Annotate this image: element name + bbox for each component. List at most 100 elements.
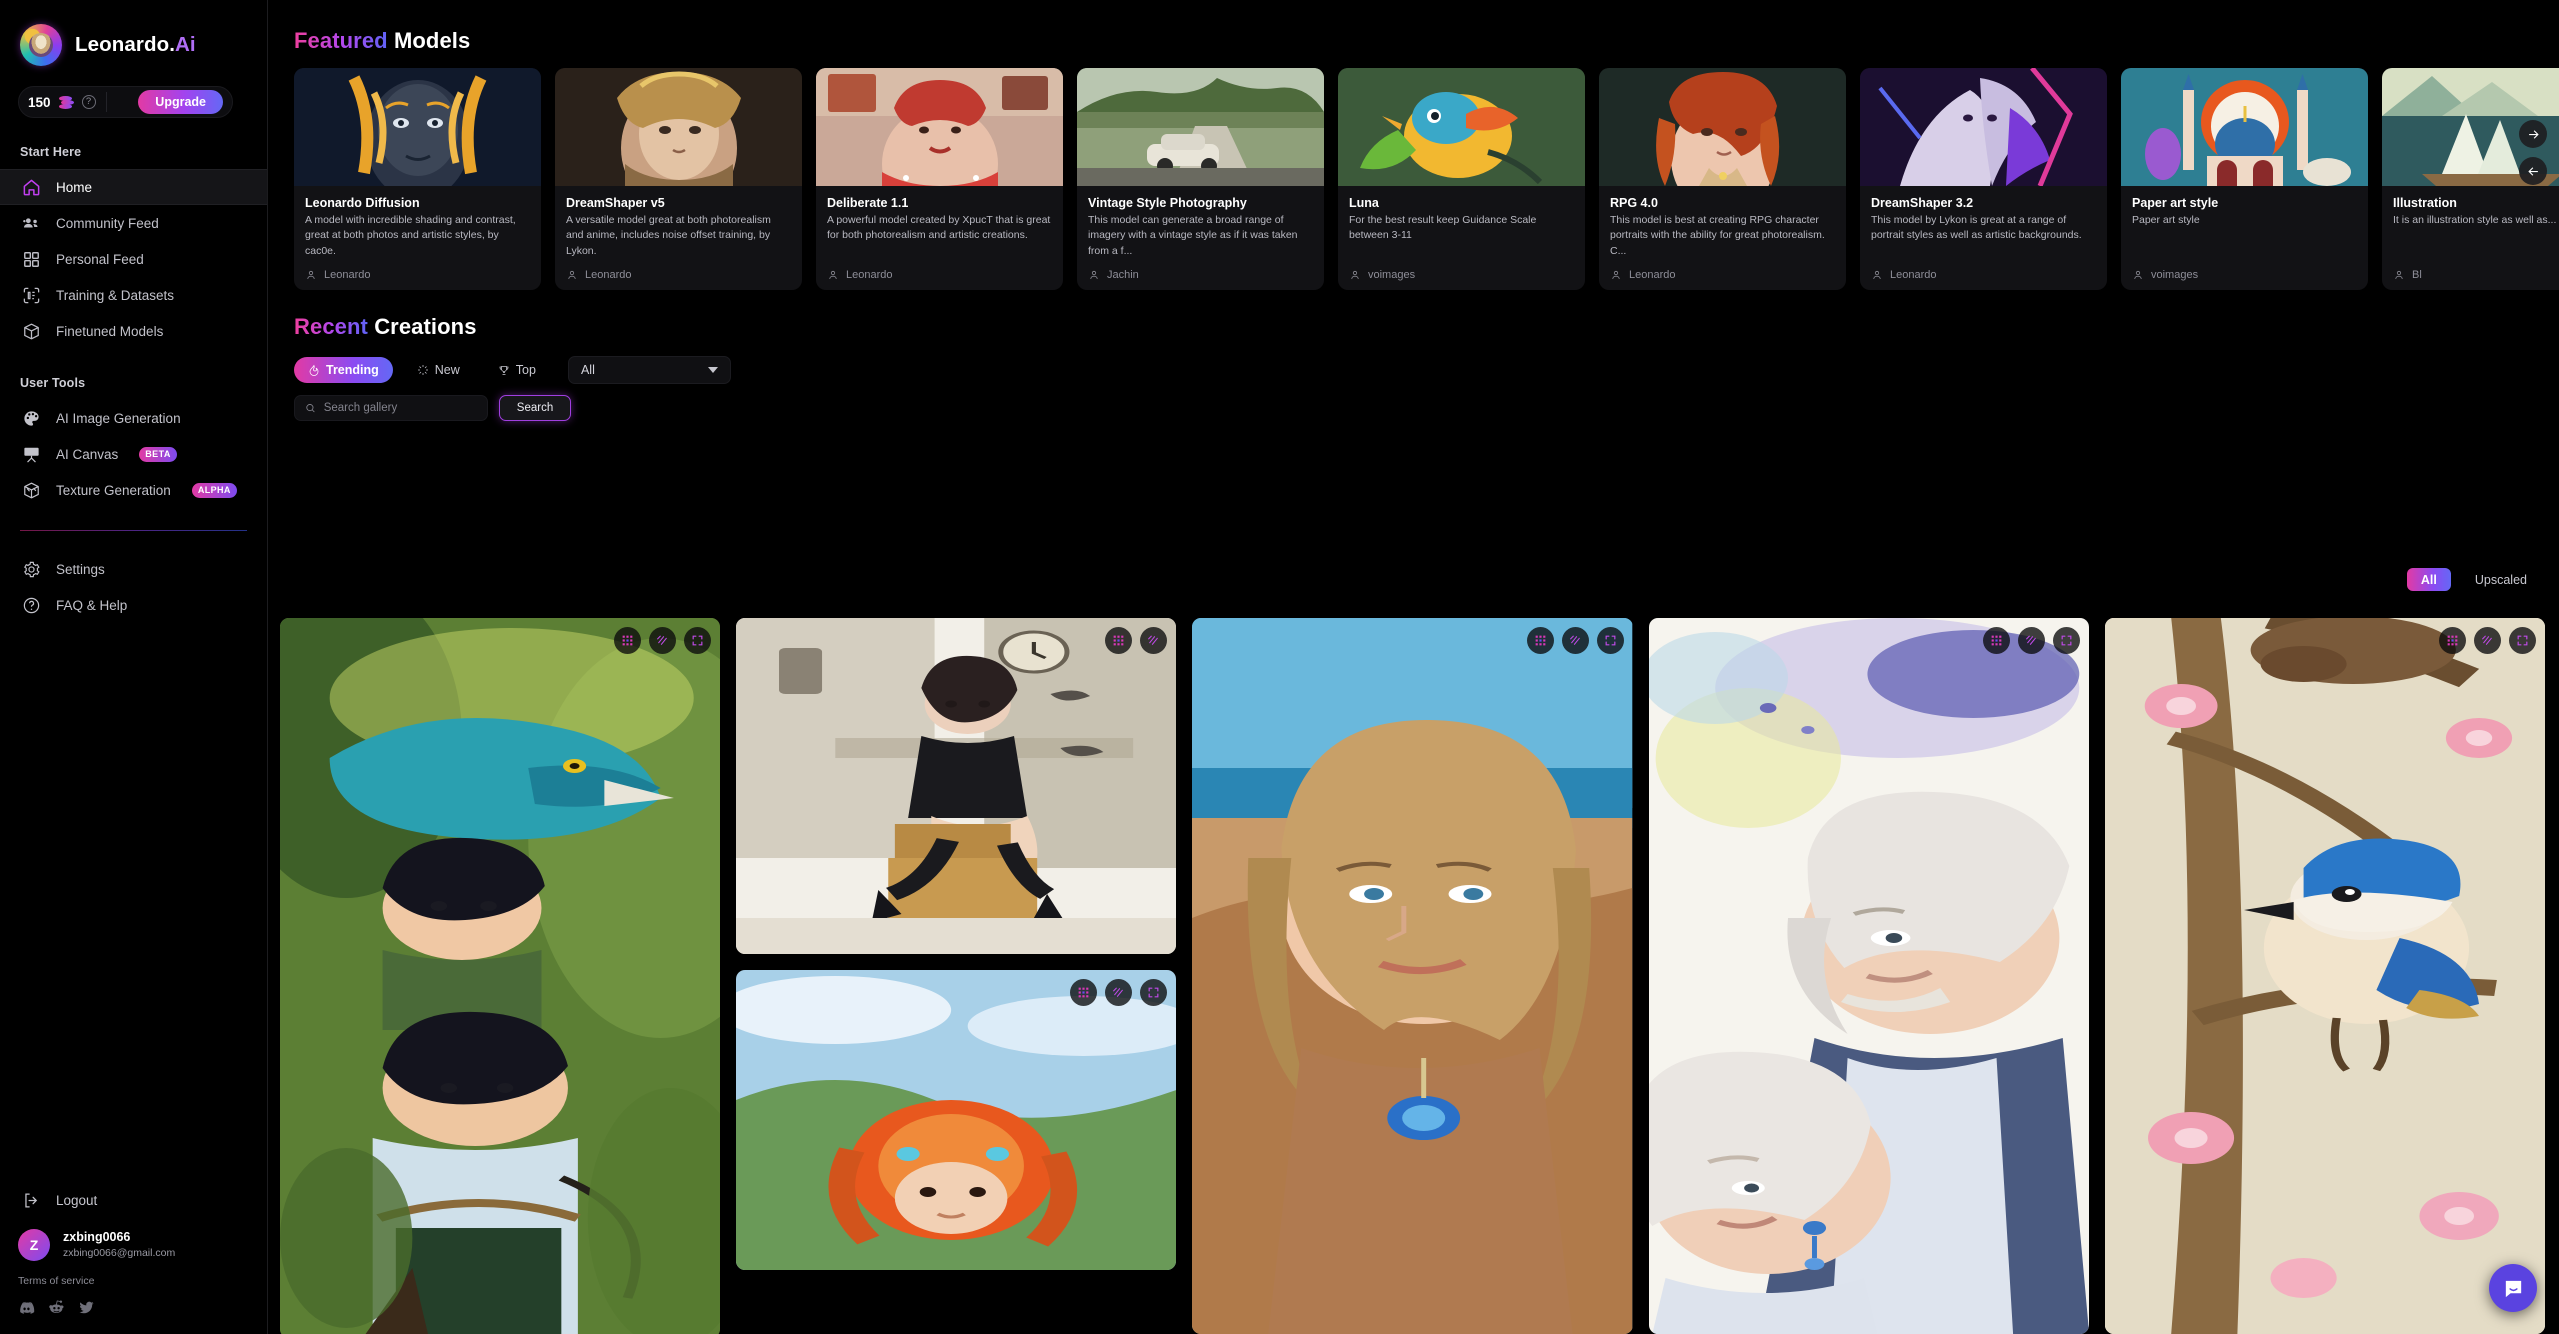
texture-cube-icon (22, 481, 41, 500)
featured-carousel-track: Leonardo Diffusion A model with incredib… (282, 68, 2559, 290)
sidebar-item-label: Training & Datasets (56, 287, 175, 303)
variations-icon (1148, 635, 1159, 645)
featured-carousel: Leonardo Diffusion A model with incredib… (282, 68, 2559, 290)
brand-name-main: Leonardo. (75, 33, 175, 56)
upscale-icon (622, 635, 633, 646)
reddit-icon[interactable] (48, 1299, 65, 1316)
chat-bubble-icon (2505, 1280, 2521, 1297)
discord-icon[interactable] (18, 1299, 35, 1316)
toggle-all[interactable]: All (2406, 568, 2451, 591)
terms-of-service-link[interactable]: Terms of service (0, 1261, 267, 1287)
credits-help-icon[interactable]: ? (81, 95, 96, 109)
model-author: Leonardo (827, 269, 893, 281)
sidebar-item-label: Finetuned Models (56, 323, 164, 339)
brand-name: Leonardo.Ai (75, 33, 196, 57)
user-profile[interactable]: Z zxbing0066 zxbing0066@gmail.com (0, 1217, 267, 1261)
upgrade-button[interactable]: Upgrade (138, 90, 223, 114)
model-description: Paper art style (2132, 214, 2200, 227)
upscale-button[interactable] (1982, 627, 2010, 654)
model-description: This model can generate a broad range of… (1088, 214, 1298, 257)
trophy-icon (499, 366, 509, 375)
carousel-navigation (2519, 120, 2547, 185)
gallery-item[interactable] (2104, 618, 2545, 1334)
recent-creations-title: Recent Creations (282, 290, 2559, 340)
model-author-name: Leonardo (1890, 269, 1937, 281)
upscale-button[interactable] (1070, 979, 1098, 1006)
gallery-item[interactable] (736, 618, 1177, 954)
expand-icon (2517, 635, 2528, 646)
upscale-button[interactable] (2439, 627, 2467, 654)
expand-button[interactable] (1596, 627, 1624, 654)
variations-button[interactable] (649, 627, 677, 654)
upscale-button[interactable] (614, 627, 642, 654)
carousel-prev-button[interactable] (2519, 157, 2547, 185)
carousel-next-button[interactable] (2519, 120, 2547, 148)
model-name: RPG 4.0 (1610, 196, 1658, 210)
tab-trending[interactable]: Trending (294, 357, 393, 383)
sidebar-item-faq-help[interactable]: FAQ & Help (0, 587, 267, 623)
model-card[interactable]: Paper art style Paper art style voimages (2121, 68, 2368, 290)
user-icon (307, 270, 315, 280)
sidebar-item-label: AI Canvas (56, 446, 119, 462)
expand-icon (2061, 635, 2072, 646)
expand-button[interactable] (2509, 627, 2537, 654)
view-toggle-group: All Upscaled (2406, 568, 2541, 591)
search-button[interactable]: Search (499, 395, 571, 421)
model-author: Leonardo (1871, 269, 1937, 281)
expand-button[interactable] (684, 627, 712, 654)
variations-button[interactable] (2017, 627, 2045, 654)
model-card[interactable]: DreamShaper 3.2 This model by Lykon is g… (1860, 68, 2107, 290)
model-card[interactable]: Vintage Style Photography This model can… (1077, 68, 1324, 290)
brand[interactable]: Leonardo.Ai (0, 0, 267, 66)
model-author-name: voimages (1368, 269, 1416, 281)
expand-button[interactable] (2052, 627, 2080, 654)
sidebar-item-training-datasets[interactable]: Training & Datasets (0, 277, 267, 313)
tab-top[interactable]: Top (484, 357, 550, 383)
model-card[interactable]: Deliberate 1.1 A powerful model created … (816, 68, 1063, 290)
sidebar-item-ai-canvas[interactable]: AI Canvas BETA (0, 436, 267, 472)
model-name: Luna (1349, 196, 1379, 210)
sidebar-item-settings[interactable]: Settings (0, 551, 267, 587)
gallery-column (2104, 618, 2545, 1334)
variations-button[interactable] (1105, 979, 1133, 1006)
upscale-button[interactable] (1105, 627, 1133, 654)
gallery-item[interactable] (736, 970, 1177, 1270)
sidebar: Leonardo.Ai 150 ? Upgrade Start Here Hom… (0, 0, 268, 1334)
search-box[interactable] (294, 395, 488, 421)
model-card[interactable]: DreamShaper v5 A versatile model great a… (555, 68, 802, 290)
sidebar-item-finetuned-models[interactable]: Finetuned Models (0, 313, 267, 349)
creations-gallery (280, 618, 2545, 1334)
toggle-upscaled[interactable]: Upscaled (2461, 568, 2541, 591)
search-input[interactable] (323, 402, 477, 414)
sidebar-item-ai-image-generation[interactable]: AI Image Generation (0, 400, 267, 436)
variations-button[interactable] (2474, 627, 2502, 654)
logout-button[interactable]: Logout (0, 1183, 267, 1217)
item-actions (1526, 627, 1624, 654)
model-card[interactable]: Luna For the best result keep Guidance S… (1338, 68, 1585, 290)
gallery-item[interactable] (1648, 618, 2089, 1334)
upscale-button[interactable] (1526, 627, 1554, 654)
model-author: Jachin (1088, 269, 1139, 281)
variations-button[interactable] (1561, 627, 1589, 654)
item-actions (2439, 627, 2537, 654)
sidebar-item-texture-generation[interactable]: Texture Generation ALPHA (0, 472, 267, 508)
sidebar-item-home[interactable]: Home (0, 169, 267, 205)
category-dropdown[interactable]: All (567, 356, 731, 384)
model-card[interactable]: Leonardo Diffusion A model with incredib… (294, 68, 541, 290)
model-description: This model is best at creating RPG chara… (1610, 214, 1825, 257)
model-card[interactable]: RPG 4.0 This model is best at creating R… (1599, 68, 1846, 290)
model-description: It is an illustration style as well as..… (2393, 214, 2557, 227)
expand-button[interactable] (1140, 979, 1168, 1006)
item-actions (614, 627, 712, 654)
model-thumbnail (1599, 68, 1846, 186)
sidebar-item-personal-feed[interactable]: Personal Feed (0, 241, 267, 277)
model-description: A powerful model created by XpucT that i… (827, 214, 1051, 242)
twitter-icon[interactable] (78, 1299, 95, 1316)
chat-support-button[interactable] (2489, 1264, 2537, 1312)
gallery-item[interactable] (280, 618, 721, 1334)
palette-icon (22, 409, 41, 428)
tab-new[interactable]: New (403, 357, 474, 383)
gallery-item[interactable] (1192, 618, 1633, 1334)
sidebar-item-community-feed[interactable]: Community Feed (0, 205, 267, 241)
variations-button[interactable] (1140, 627, 1168, 654)
